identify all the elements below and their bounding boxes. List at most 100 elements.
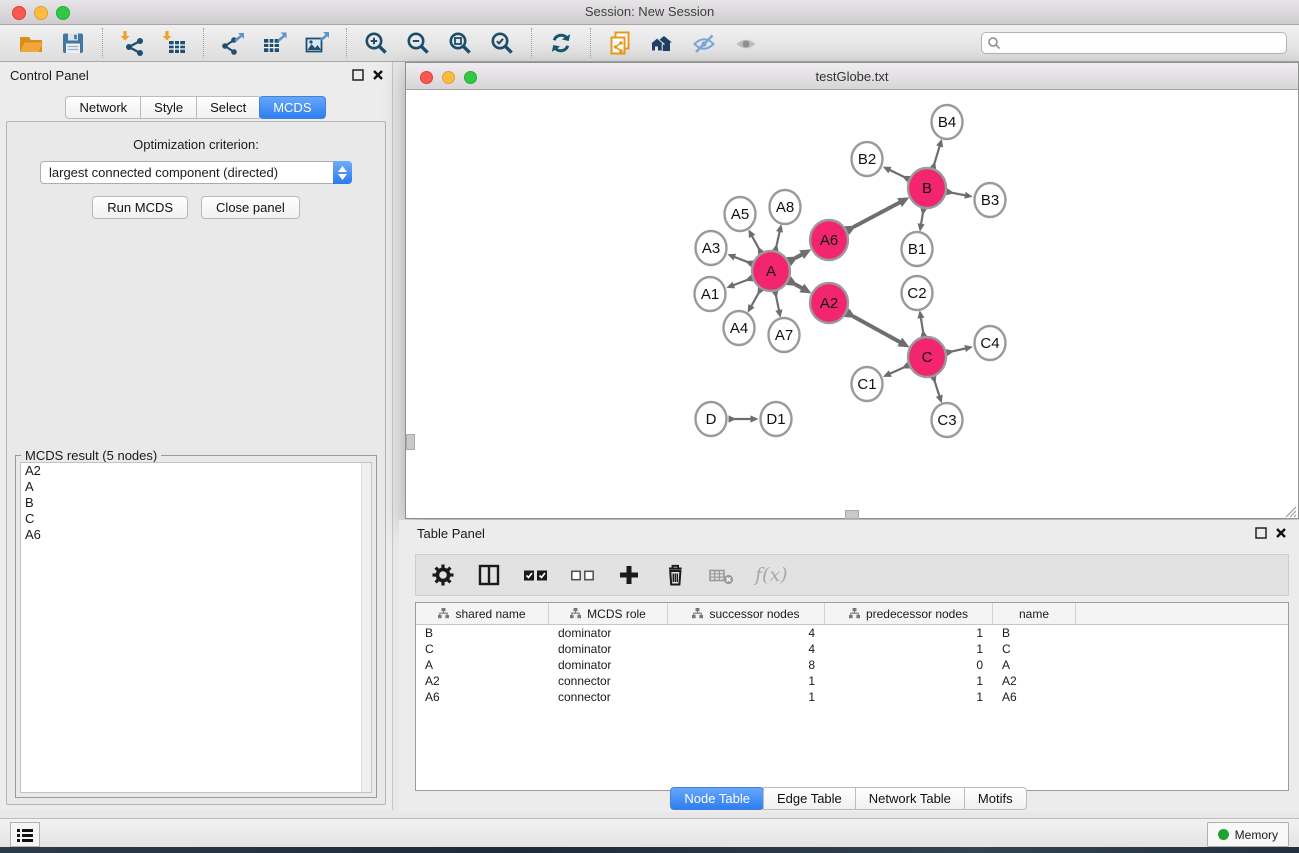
column-header-successor-nodes[interactable]: successor nodes (668, 603, 825, 624)
graph-node-label: D1 (766, 411, 785, 428)
zoom-out-button[interactable] (403, 28, 433, 58)
network-window-titlebar[interactable]: testGlobe.txt (406, 63, 1298, 90)
run-mcds-button[interactable]: Run MCDS (92, 196, 188, 219)
tab-motifs[interactable]: Motifs (964, 787, 1027, 810)
export-network-button[interactable] (218, 28, 248, 58)
result-item[interactable]: B (21, 495, 371, 511)
table-row[interactable]: A2connector11A2 (416, 673, 1288, 689)
graph-edge[interactable] (751, 234, 759, 248)
tab-network-table[interactable]: Network Table (855, 787, 965, 810)
function-builder-button[interactable]: f(x) (755, 564, 788, 586)
vertical-scroll-thumb[interactable] (406, 434, 415, 450)
table-row[interactable]: Cdominator41C (416, 641, 1288, 657)
resize-grip-icon[interactable] (1284, 505, 1297, 518)
toolbar-separator (203, 28, 204, 58)
search-field[interactable] (981, 32, 1287, 54)
result-item[interactable]: A2 (21, 463, 371, 479)
app-titlebar: Session: New Session (0, 0, 1299, 25)
close-table-panel-icon[interactable] (1275, 527, 1287, 539)
open-session-button[interactable] (16, 28, 46, 58)
export-image-button[interactable] (302, 28, 332, 58)
network-canvas[interactable]: B4B2BB3A8A5A6A3B1AC2A1A2A4A7C4CC1C3DD1 (406, 90, 1298, 519)
column-header-mcds-role[interactable]: MCDS role (549, 603, 668, 624)
result-item[interactable]: C (21, 511, 371, 527)
network-graph[interactable]: B4B2BB3A8A5A6A3B1AC2A1A2A4A7C4CC1C3DD1 (406, 90, 1298, 519)
graph-node-label: A5 (731, 206, 749, 223)
tab-network[interactable]: Network (65, 96, 141, 119)
result-scrollbar[interactable] (361, 463, 371, 792)
memory-label: Memory (1235, 828, 1278, 842)
table-row[interactable]: Adominator80A (416, 657, 1288, 673)
status-bar: Memory (0, 818, 1299, 848)
hide-selected-button[interactable] (689, 28, 719, 58)
table-cell: connector (549, 689, 668, 705)
horizontal-scroll-thumb[interactable] (845, 510, 859, 519)
table-cell: 4 (668, 641, 825, 657)
graph-edge[interactable] (934, 144, 940, 163)
tab-edge-table[interactable]: Edge Table (763, 787, 856, 810)
cytoscape-app-window: Session: New Session (0, 0, 1299, 853)
table-cell: A (993, 657, 1076, 673)
show-columns-icon[interactable] (476, 562, 502, 588)
graph-edge[interactable] (935, 381, 940, 398)
zoom-in-button[interactable] (361, 28, 391, 58)
graph-node-label: A3 (702, 240, 720, 257)
tab-select[interactable]: Select (196, 96, 260, 119)
import-table-button[interactable] (159, 28, 189, 58)
select-all-icon[interactable] (522, 562, 549, 588)
network-window-title: testGlobe.txt (406, 69, 1298, 84)
save-session-button[interactable] (58, 28, 88, 58)
save-floppy-icon (60, 30, 86, 56)
result-item[interactable]: A6 (21, 527, 371, 543)
float-panel-icon[interactable] (352, 69, 364, 81)
graph-edge[interactable] (921, 316, 923, 332)
zoom-fit-button[interactable] (445, 28, 475, 58)
delete-column-trash-icon[interactable] (662, 562, 688, 588)
criterion-dropdown[interactable]: largest connected component (directed) (40, 161, 352, 184)
zoom-selected-button[interactable] (487, 28, 517, 58)
add-column-plus-icon[interactable] (616, 562, 642, 588)
memory-button[interactable]: Memory (1207, 822, 1289, 847)
search-input[interactable] (1001, 35, 1281, 51)
graph-edge[interactable] (750, 293, 758, 308)
table-cell: C (993, 641, 1076, 657)
close-panel-icon[interactable] (372, 69, 384, 81)
table-settings-gear-icon[interactable] (430, 562, 456, 588)
table-cell: A (416, 657, 549, 673)
delete-table-icon[interactable] (708, 562, 735, 588)
refresh-layout-button[interactable] (546, 28, 576, 58)
graph-edge[interactable] (853, 316, 902, 343)
graph-edge[interactable] (776, 296, 779, 312)
tab-mcds[interactable]: MCDS (259, 96, 325, 119)
control-panel-title: Control Panel (10, 68, 89, 83)
float-table-panel-icon[interactable] (1255, 527, 1267, 539)
graph-edge[interactable] (776, 230, 780, 246)
task-history-button[interactable] (10, 822, 40, 847)
result-item[interactable]: A (21, 479, 371, 495)
mcds-result-list[interactable]: A2ABCA6 (20, 462, 372, 793)
tab-style[interactable]: Style (140, 96, 197, 119)
table-row[interactable]: Bdominator41B (416, 625, 1288, 641)
deselect-all-icon[interactable] (569, 562, 596, 588)
export-table-button[interactable] (260, 28, 290, 58)
graph-node-label: A8 (776, 199, 794, 216)
graph-edge[interactable] (853, 201, 902, 227)
column-header-predecessor-nodes[interactable]: predecessor nodes (825, 603, 993, 624)
graph-node-label: B (922, 180, 932, 197)
table-cell (1076, 673, 1288, 689)
duplicate-network-button[interactable] (605, 28, 635, 58)
tab-node-table[interactable]: Node Table (670, 787, 764, 810)
graph-edge[interactable] (888, 169, 904, 177)
column-header-shared-name[interactable]: shared name (416, 603, 549, 624)
show-all-button[interactable] (731, 28, 761, 58)
graph-edge[interactable] (732, 280, 747, 286)
home-view-button[interactable] (647, 28, 677, 58)
close-panel-button[interactable]: Close panel (201, 196, 300, 219)
zoom-out-icon (405, 30, 431, 56)
graph-node-label: B1 (908, 241, 926, 258)
import-network-button[interactable] (117, 28, 147, 58)
column-type-icon (849, 608, 860, 619)
column-header-name[interactable]: name (993, 603, 1076, 624)
graph-edge[interactable] (888, 368, 904, 375)
table-row[interactable]: A6connector11A6 (416, 689, 1288, 705)
